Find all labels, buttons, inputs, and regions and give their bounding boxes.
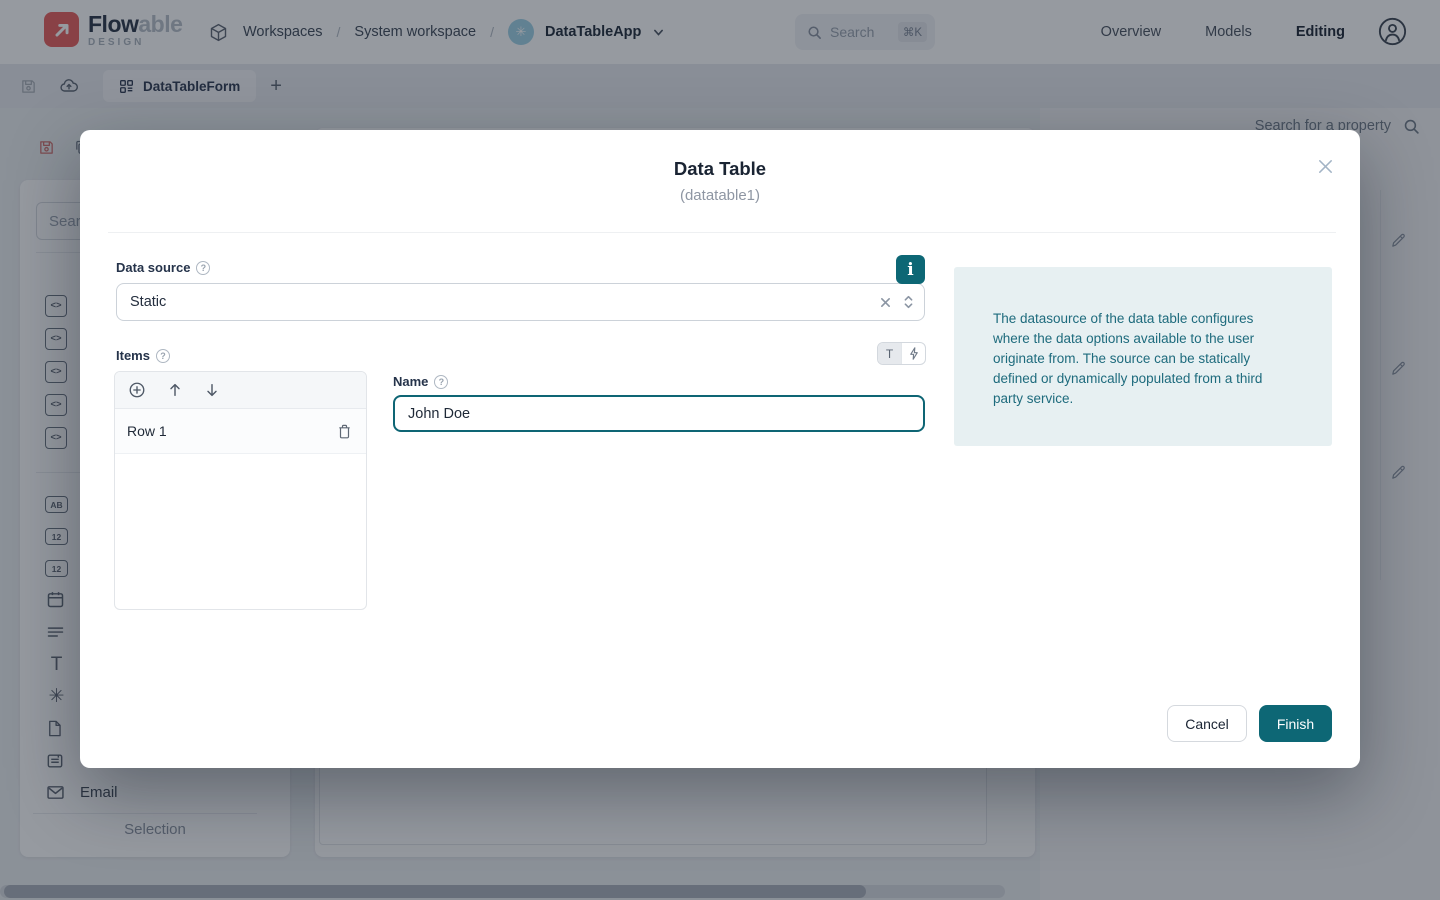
trash-icon[interactable] [337,423,352,439]
row-label: Row 1 [127,423,337,439]
close-icon[interactable] [1316,157,1335,176]
clear-icon[interactable] [879,296,892,309]
dialog-title: Data Table [80,158,1360,180]
add-row-icon[interactable] [128,381,146,399]
name-label: Name ? [393,374,448,389]
datasource-select[interactable]: Static [116,283,925,321]
items-listbox: Row 1 [114,371,367,610]
select-chevrons-icon [903,294,914,310]
info-icon: i [896,255,925,284]
datasource-value: Static [130,294,879,310]
help-icon[interactable]: ? [434,375,448,389]
flowable-design-app: Flowable DESIGN Workspaces / System work… [0,0,1440,900]
name-input[interactable] [393,395,925,432]
dialog-subtitle: (datatable1) [80,187,1360,204]
datasource-label: Data source ? [116,260,210,275]
value-type-toggle[interactable]: T [877,342,926,365]
items-label: Items ? [116,348,170,363]
items-row[interactable]: Row 1 [115,409,366,454]
finish-button[interactable]: Finish [1259,705,1332,742]
cancel-button[interactable]: Cancel [1167,705,1247,742]
divider [108,232,1336,233]
lightning-icon [909,347,919,360]
help-icon[interactable]: ? [196,261,210,275]
info-text: The datasource of the data table configu… [993,309,1278,409]
move-up-icon[interactable] [167,382,183,398]
data-table-dialog: Data Table (datatable1) Data source ? St… [80,130,1360,768]
info-box: The datasource of the data table configu… [954,267,1332,446]
items-toolbar [115,372,366,409]
toggle-expression-option[interactable] [901,343,925,364]
move-down-icon[interactable] [204,382,220,398]
toggle-text-option[interactable]: T [878,343,901,364]
help-icon[interactable]: ? [156,349,170,363]
